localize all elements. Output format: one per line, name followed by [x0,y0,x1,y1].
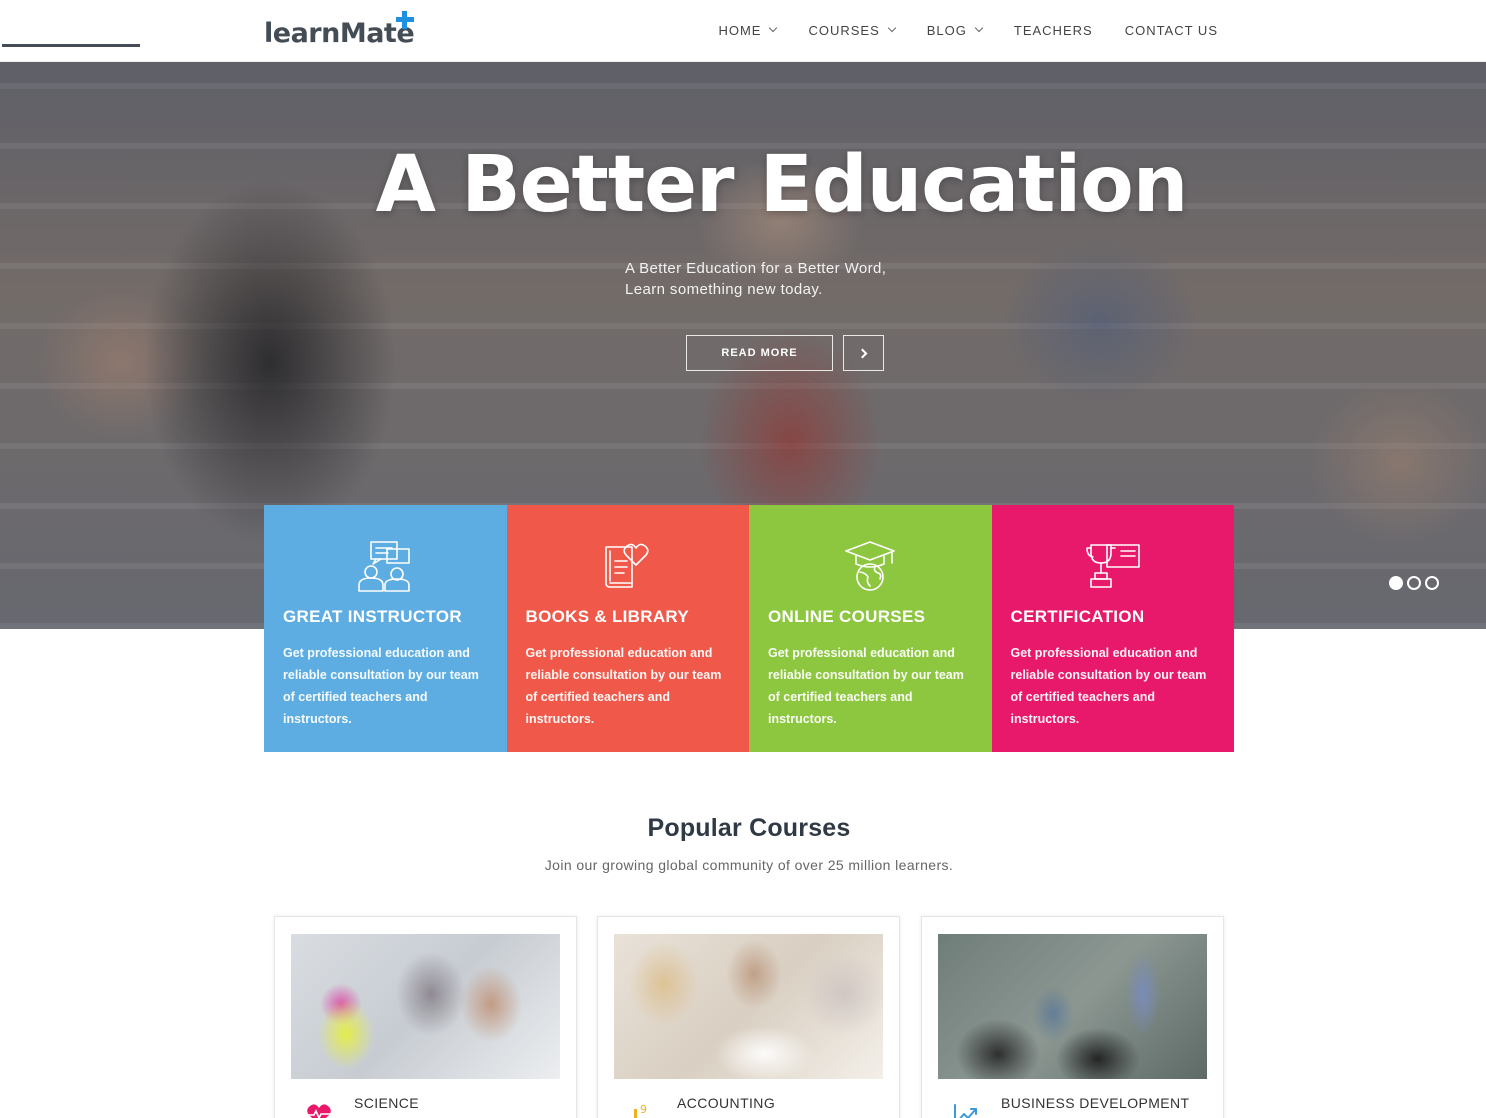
feature-online-courses[interactable]: ONLINE COURSES Get professional educatio… [749,505,992,752]
numbers-icon: 9 [634,1103,647,1118]
course-image [938,934,1207,1079]
feature-title: ONLINE COURSES [768,607,926,626]
course-name: BUSINESS DEVELOPMENT [1001,1095,1190,1111]
instructor-icon [358,541,411,592]
svg-text:9: 9 [640,1103,647,1116]
feature-certification[interactable]: CERTIFICATION Get professional education… [991,505,1234,752]
course-image [291,934,560,1079]
course-name: SCIENCE [354,1095,420,1111]
chevron-down-icon [769,23,778,33]
graduation-globe-icon [845,541,896,591]
feature-text: Get professional education and reliable … [768,646,964,726]
chevron-right-icon [857,348,867,358]
course-image [614,934,883,1079]
nav-blog-label: BLOG [926,22,967,38]
chevron-down-icon [887,23,897,33]
feature-title: BOOKS & LIBRARY [525,607,689,626]
feature-great-instructor[interactable]: GREAT INSTRUCTOR Get professional educat… [264,505,507,752]
popular-courses-subtitle: Join our growing global community of ove… [544,857,954,873]
nav-blog[interactable]: BLOG [926,22,984,38]
feature-text: Get professional education and reliable … [525,646,722,726]
book-heart-icon [604,543,649,588]
logo-text: learnMate [264,18,415,49]
nav-home[interactable]: HOME [718,22,778,38]
course-card-business-development[interactable]: BUSINESS DEVELOPMENT [921,916,1224,1118]
feature-text: Get professional education and reliable … [283,646,479,726]
nav-courses-label: COURSES [808,22,880,38]
feature-books-library[interactable]: BOOKS & LIBRARY Get professional educati… [506,505,749,752]
hero-title: A Better Education [375,140,1189,230]
nav-home-label: HOME [718,22,762,38]
hero-subtitle-line-2: Learn something new today. [625,281,823,298]
read-more-button[interactable]: READ MORE [686,335,833,371]
slider-dot-3[interactable] [1425,576,1439,590]
chart-growth-icon [954,1104,977,1118]
nav-contact[interactable]: CONTACT US [1125,23,1218,38]
nav-courses[interactable]: COURSES [808,22,897,38]
feature-text: Get professional education and reliable … [1010,646,1207,726]
heartbeat-icon [307,1104,331,1118]
logo-underline [2,44,140,47]
plus-icon [396,11,414,29]
nav-teachers-label: TEACHERS [1013,22,1093,38]
logo[interactable]: learnMate [264,10,415,50]
slider-dot-2[interactable] [1407,576,1421,590]
slider-dots [1389,576,1439,590]
site-header: learnMate HOME COURSES BLOG TEACHERS CON… [0,0,1486,62]
hero-subtitle: A Better Education for a Better Word, Le… [625,258,945,300]
course-card-science[interactable]: SCIENCE [274,916,577,1118]
nav-contact-label: CONTACT US [1124,22,1218,38]
next-slide-button[interactable] [843,335,884,371]
slider-dot-1[interactable] [1389,576,1403,590]
chevron-down-icon [974,23,984,33]
trophy-certificate-icon [1085,544,1140,588]
popular-courses-title: Popular Courses [647,814,851,842]
hero-subtitle-line-1: A Better Education for a Better Word, [625,260,887,277]
course-card-accounting[interactable]: 9 ACCOUNTING [597,916,900,1118]
course-name: ACCOUNTING [677,1095,776,1111]
main-nav: HOME COURSES BLOG TEACHERS CONTACT US [718,0,1218,60]
feature-title: CERTIFICATION [1010,607,1145,626]
feature-boxes: GREAT INSTRUCTOR Get professional educat… [264,505,1234,752]
nav-teachers[interactable]: TEACHERS [1014,23,1093,38]
feature-title: GREAT INSTRUCTOR [283,607,462,626]
